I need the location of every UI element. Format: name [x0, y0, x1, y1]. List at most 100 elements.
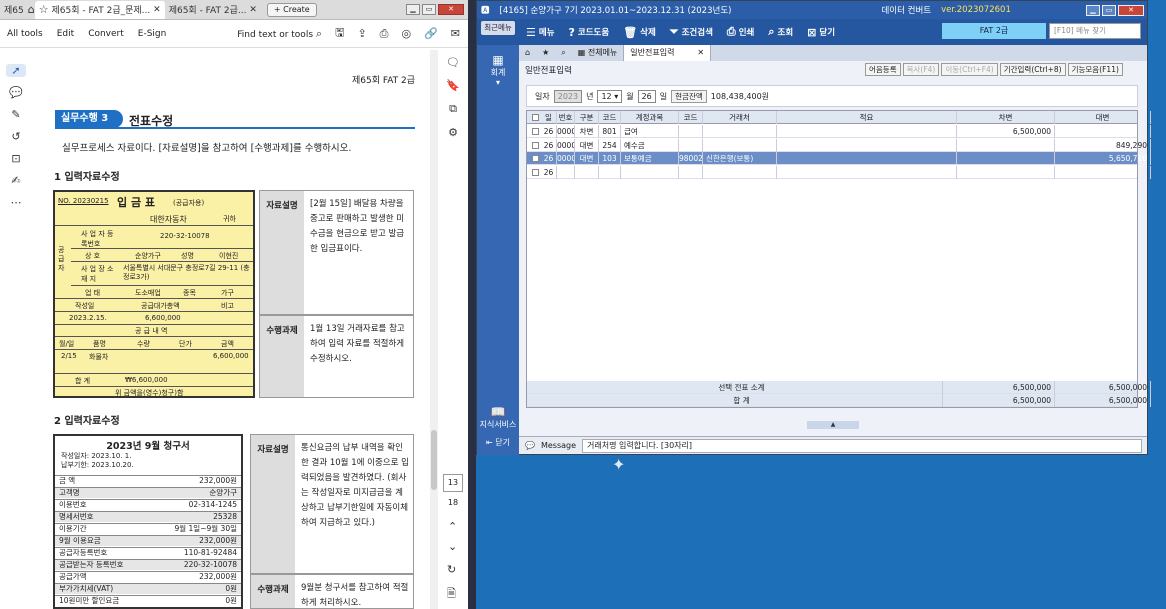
table-cell[interactable]: 26	[541, 125, 557, 138]
close-form-button[interactable]: ⊠ 닫기	[800, 26, 842, 39]
table-cell[interactable]	[1055, 125, 1151, 138]
table-cell[interactable]	[703, 125, 777, 138]
comment-icon[interactable]: 💬	[9, 86, 23, 99]
all-tools-menu[interactable]: All tools	[7, 29, 43, 39]
home-icon[interactable]: ⌂	[28, 3, 35, 16]
column-header[interactable]: 코드	[599, 111, 621, 124]
table-cell[interactable]	[703, 138, 777, 152]
text-box-icon[interactable]: ⊡	[11, 152, 20, 165]
table-cell[interactable]: 대변	[575, 152, 599, 165]
table-cell[interactable]	[679, 138, 703, 152]
functions-button[interactable]: 기능모음(F11)	[1067, 63, 1123, 76]
mail-icon[interactable]: ✉	[451, 27, 460, 40]
table-cell[interactable]: 26	[541, 152, 557, 165]
table-cell[interactable]	[777, 165, 957, 179]
close-icon[interactable]: ✕	[249, 5, 257, 15]
lasso-icon[interactable]: ↺	[11, 130, 20, 143]
table-cell[interactable]: 103	[599, 152, 621, 165]
cash-balance-button[interactable]: 현금잔액	[671, 89, 707, 103]
table-cell[interactable]: 849,290	[1055, 138, 1151, 152]
search-icon[interactable]: ⌕	[555, 45, 571, 61]
table-cell[interactable]	[957, 165, 1055, 179]
table-cell[interactable]	[599, 165, 621, 179]
column-header[interactable]: 차변	[957, 111, 1055, 124]
column-header[interactable]: 코드	[679, 111, 703, 124]
month-select[interactable]: 12 ▾	[597, 89, 623, 103]
delete-button[interactable]: 🗑 삭제	[616, 26, 663, 39]
chevron-down-icon[interactable]: ⌄	[448, 540, 457, 553]
table-cell[interactable]: 5,650,710	[1055, 152, 1151, 165]
table-cell[interactable]: 대변	[575, 138, 599, 152]
code-help-button[interactable]: ? 코드도움	[562, 26, 617, 39]
table-cell[interactable]: 26	[541, 138, 557, 152]
table-cell[interactable]	[679, 125, 703, 138]
period-input-button[interactable]: 기간입력(Ctrl+8)	[999, 63, 1066, 76]
table-cell[interactable]	[957, 152, 1055, 165]
document-icon[interactable]: 🗎	[447, 585, 456, 604]
table-cell[interactable]: 예수금	[621, 138, 679, 152]
table-cell[interactable]: 6,500,000	[957, 125, 1055, 138]
table-cell[interactable]	[679, 165, 703, 179]
column-header[interactable]: 일	[541, 111, 557, 124]
note-register-button[interactable]: 어음등록	[865, 63, 901, 76]
table-cell[interactable]: 801	[599, 125, 621, 138]
close-icon[interactable]: ✕	[153, 5, 161, 15]
tab-pdf-3[interactable]: 제65회 - FAT 2급... ✕	[165, 1, 261, 19]
column-header[interactable]: 대변	[1055, 111, 1151, 124]
table-cell[interactable]	[1055, 165, 1151, 179]
maximize-button[interactable]: ▭	[422, 4, 436, 15]
esign-menu[interactable]: E-Sign	[138, 29, 167, 39]
edit-menu[interactable]: Edit	[57, 29, 74, 39]
table-row[interactable]: 26	[527, 165, 1151, 179]
find-tools-input[interactable]: Find text or tools ⌕	[237, 27, 322, 41]
create-button[interactable]: + Create	[266, 2, 317, 17]
data-convert-button[interactable]: 데이터 컨버트	[881, 4, 931, 16]
scroll-thumb[interactable]	[431, 430, 437, 490]
row-checkbox[interactable]	[532, 128, 539, 135]
star-icon[interactable]: ☆	[39, 3, 49, 16]
save-icon[interactable]: 🖫	[335, 24, 344, 43]
query-button[interactable]: ⌕ 조회	[761, 25, 800, 39]
table-cell[interactable]: 254	[599, 138, 621, 152]
copy-button[interactable]: 복사(F4)	[902, 63, 940, 76]
signature-icon[interactable]: ✍	[11, 174, 20, 187]
year-input[interactable]: 2023	[553, 89, 583, 103]
row-checkbox[interactable]	[532, 141, 539, 149]
close-window-button[interactable]: ✕	[438, 4, 464, 15]
table-cell[interactable]: 급여	[621, 125, 679, 138]
tab-all-menu[interactable]: ▦ 전체메뉴	[572, 45, 624, 61]
table-cell[interactable]: 98002	[679, 152, 703, 165]
table-cell[interactable]	[957, 138, 1055, 152]
recent-menu-button[interactable]: 최근메뉴	[481, 21, 515, 35]
column-header[interactable]: 번호	[557, 111, 575, 124]
chevron-up-icon[interactable]: ⌃	[448, 520, 457, 533]
row-checkbox[interactable]	[532, 155, 539, 162]
minimize-button[interactable]: ▁	[406, 4, 420, 15]
table-row[interactable]: 2600001대변103보통예금98002신한은행(보통) 5,650,710	[527, 152, 1151, 165]
table-cell[interactable]: 차변	[575, 125, 599, 138]
table-cell[interactable]	[703, 165, 777, 179]
column-header[interactable]: 계정과목	[621, 111, 679, 124]
table-cell[interactable]: 00001	[557, 138, 575, 152]
menu-button[interactable]: ☰ 메뉴	[519, 26, 562, 39]
menu-search-input[interactable]: [F10] 메뉴 찾기	[1049, 23, 1141, 39]
table-cell[interactable]: 신한은행(보통)	[703, 152, 777, 165]
ai-assistant-icon[interactable]: ◎	[401, 27, 411, 40]
pdf-scrollbar[interactable]	[430, 50, 438, 609]
select-cursor-icon[interactable]: ➚	[6, 64, 26, 77]
table-row[interactable]: 2600001차변801급여 6,500,000	[527, 125, 1151, 138]
sidebar-item-accounting[interactable]: ▦ 회계 ▾	[477, 53, 519, 87]
table-cell[interactable]	[621, 165, 679, 179]
app-minimize-button[interactable]: ▁	[1086, 4, 1100, 16]
link-icon[interactable]: 🔗	[424, 27, 438, 40]
favorite-icon[interactable]: ★	[536, 45, 555, 61]
table-cell[interactable]	[777, 138, 957, 152]
upload-icon[interactable]: ⇪	[357, 27, 366, 40]
comments-panel-icon[interactable]: 🗨	[446, 56, 460, 69]
pages-icon[interactable]: ⧉	[449, 102, 457, 116]
app-close-button[interactable]: ✕	[1118, 4, 1144, 16]
row-checkbox[interactable]	[532, 114, 539, 121]
column-header[interactable]: 거래처	[703, 111, 777, 124]
convert-menu[interactable]: Convert	[88, 29, 124, 39]
table-cell[interactable]: 보통예금	[621, 152, 679, 165]
